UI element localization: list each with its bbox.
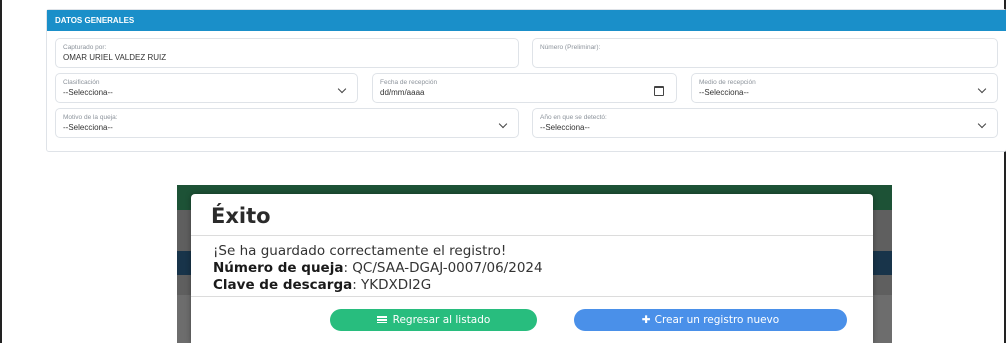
list-icon xyxy=(376,315,387,323)
medio-recepcion-label: Medio de recepción xyxy=(699,79,756,86)
chevron-down-icon xyxy=(337,84,347,94)
success-message: ¡Se ha guardado correctamente el registr… xyxy=(213,243,507,259)
modal-body: ¡Se ha guardado correctamente el registr… xyxy=(213,243,543,294)
success-modal: Éxito ¡Se ha guardado correctamente el r… xyxy=(191,194,873,343)
fecha-recepcion-label: Fecha de recepción xyxy=(380,79,438,86)
numero-preliminar-field[interactable]: Número (Preliminar): xyxy=(532,38,998,68)
capturado-por-field[interactable]: Capturado por: OMAR URIEL VALDEZ RUIZ xyxy=(55,38,519,68)
capturado-por-label: Capturado por: xyxy=(63,44,107,51)
modal-divider xyxy=(191,296,873,297)
chevron-down-icon xyxy=(977,84,987,94)
modal-title: Éxito xyxy=(211,204,271,228)
medio-recepcion-value: --Selecciona-- xyxy=(699,88,749,97)
motivo-queja-select[interactable]: Motivo de la queja: --Selecciona-- xyxy=(55,108,519,138)
modal-divider xyxy=(191,235,873,236)
anio-detecto-label: Año en que se detectó: xyxy=(540,114,607,121)
clasificacion-select[interactable]: Clasificación --Selecciona-- xyxy=(55,73,358,103)
capturado-por-value: OMAR URIEL VALDEZ RUIZ xyxy=(63,53,167,62)
motivo-queja-value: --Selecciona-- xyxy=(63,123,113,132)
calendar-icon[interactable] xyxy=(654,86,664,96)
create-new-record-button[interactable]: ✚ Crear un registro nuevo xyxy=(574,309,847,331)
panel-header: DATOS GENERALES xyxy=(47,10,1006,31)
datos-generales-panel: DATOS GENERALES Capturado por: OMAR URIE… xyxy=(46,9,1006,152)
plus-icon: ✚ xyxy=(641,314,651,326)
anio-detecto-select[interactable]: Año en que se detectó: --Selecciona-- xyxy=(532,108,998,138)
chevron-down-icon xyxy=(977,119,987,129)
back-to-list-label: Regresar al listado xyxy=(392,314,491,326)
clasificacion-label: Clasificación xyxy=(63,79,100,86)
clave-value: : YKDXDI2G xyxy=(352,277,432,293)
clasificacion-value: --Selecciona-- xyxy=(63,88,113,97)
medio-recepcion-select[interactable]: Medio de recepción --Selecciona-- xyxy=(691,73,998,103)
queja-line: Número de queja: QC/SAA-DGAJ-0007/06/202… xyxy=(213,260,543,277)
numero-preliminar-label: Número (Preliminar): xyxy=(540,44,601,51)
fecha-recepcion-value: dd/mm/aaaa xyxy=(380,88,425,97)
fecha-recepcion-input[interactable]: Fecha de recepción dd/mm/aaaa xyxy=(372,73,677,103)
anio-detecto-value: --Selecciona-- xyxy=(540,123,590,132)
clave-label: Clave de descarga xyxy=(213,277,353,293)
create-new-record-label: Crear un registro nuevo xyxy=(654,314,780,326)
chevron-down-icon xyxy=(498,119,508,129)
motivo-queja-label: Motivo de la queja: xyxy=(63,114,118,121)
queja-value: : QC/SAA-DGAJ-0007/06/2024 xyxy=(343,260,543,276)
back-to-list-button[interactable]: Regresar al listado xyxy=(330,309,537,331)
frame-left-border xyxy=(0,0,2,343)
queja-label: Número de queja xyxy=(213,260,344,276)
clave-line: Clave de descarga: YKDXDI2G xyxy=(213,277,543,294)
